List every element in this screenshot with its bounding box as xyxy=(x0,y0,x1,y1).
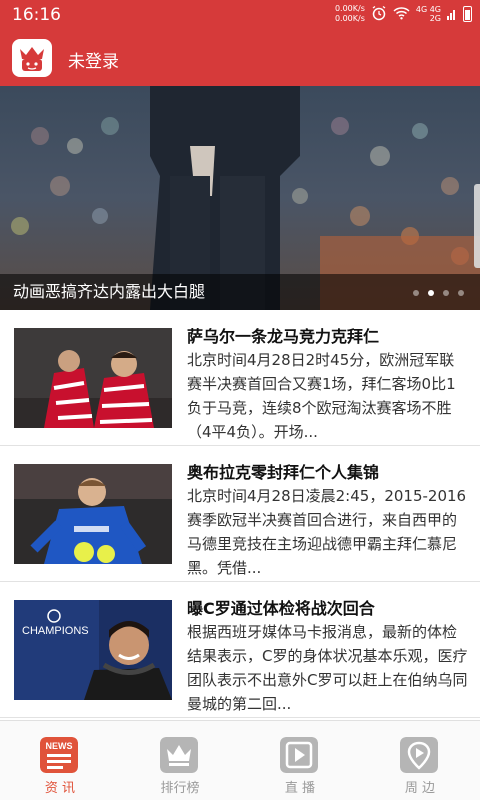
svg-text:NEWS: NEWS xyxy=(46,741,73,751)
network-type-2: 4G xyxy=(429,5,441,14)
news-title: 奥布拉克零封拜仁个人集锦 xyxy=(187,463,380,482)
news-summary: 根据西班牙媒体马卡报消息，最新的体检结果表示，C罗的身体状况基本乐观，医疗团队表… xyxy=(187,623,468,713)
news-list[interactable]: 萨乌尔一条龙马竞力克拜仁 北京时间4月28日2时45分，欧洲冠军联赛半决赛首回合… xyxy=(0,310,480,720)
banner-caption: 动画恶搞齐达内露出大白腿 xyxy=(13,282,206,301)
speed-up: 0.00K/s xyxy=(334,4,365,13)
news-title: 萨乌尔一条龙马竞力克拜仁 xyxy=(187,327,380,346)
status-icons: 0.00K/s 0.00K/s 4G 4G 2G xyxy=(335,4,472,24)
network-speed: 0.00K/s 0.00K/s xyxy=(335,4,365,24)
carousel-dot-active[interactable] xyxy=(428,290,434,296)
carousel-dot[interactable] xyxy=(413,290,419,296)
speed-down: 0.00K/s xyxy=(334,14,365,23)
signal-bars-icon xyxy=(447,6,457,23)
tab-label: 资 讯 xyxy=(44,781,76,796)
crown-icon xyxy=(160,737,198,773)
alarm-icon xyxy=(371,5,387,24)
tab-ranking[interactable]: 排行榜 xyxy=(120,721,240,800)
play-icon xyxy=(280,737,318,773)
tab-label: 周 边 xyxy=(404,781,436,796)
login-status[interactable]: 未登录 xyxy=(68,47,119,72)
tab-live[interactable]: 直 播 xyxy=(240,721,360,800)
scroll-indicator xyxy=(474,184,480,268)
news-thumbnail xyxy=(14,328,172,428)
wifi-icon xyxy=(393,6,410,23)
news-item[interactable]: 奥布拉克零封拜仁个人集锦 北京时间4月28日凌晨2:45，2015-2016赛季… xyxy=(0,446,480,582)
tab-news[interactable]: NEWS 资 讯 xyxy=(0,721,120,800)
network-type-3: 2G xyxy=(429,14,441,23)
network-type: 4G xyxy=(415,5,428,14)
news-title: 曝C罗通过体检将战次回合 xyxy=(187,599,375,618)
svg-text:CHAMPIONS: CHAMPIONS xyxy=(22,625,89,637)
carousel-dot[interactable] xyxy=(458,290,464,296)
status-bar: 16:16 0.00K/s 0.00K/s 4G 4G 2G xyxy=(0,0,480,30)
news-item[interactable]: CHAMPIONS 曝C罗通过体检将战次回合 根据西班牙媒体马卡报消息，最新的体… xyxy=(0,582,480,718)
tab-label: 排行榜 xyxy=(160,781,200,796)
news-thumbnail: CHAMPIONS xyxy=(14,600,172,700)
app-header: 未登录 xyxy=(0,30,480,86)
news-summary: 北京时间4月28日2时45分，欧洲冠军联赛半决赛首回合又赛1场，拜仁客场0比1负… xyxy=(187,351,456,441)
news-item[interactable]: 萨乌尔一条龙马竞力克拜仁 北京时间4月28日2时45分，欧洲冠军联赛半决赛首回合… xyxy=(0,310,480,446)
carousel-dot[interactable] xyxy=(443,290,449,296)
crown-face-icon[interactable] xyxy=(12,39,52,77)
carousel-indicator xyxy=(413,290,464,296)
battery-icon xyxy=(463,6,472,22)
signal-icon: 4G 4G 2G xyxy=(416,5,441,23)
tab-label: 直 播 xyxy=(284,781,316,796)
banner-carousel[interactable]: 动画恶搞齐达内露出大白腿 xyxy=(0,86,480,310)
location-icon xyxy=(400,737,438,773)
news-thumbnail xyxy=(14,464,172,564)
tab-nearby[interactable]: 周 边 xyxy=(360,721,480,800)
news-icon: NEWS xyxy=(40,737,78,773)
status-time: 16:16 xyxy=(12,5,61,25)
news-summary: 北京时间4月28日凌晨2:45，2015-2016赛季欧冠半决赛首回合进行，来自… xyxy=(187,487,467,577)
bottom-tab-bar: NEWS 资 讯 排行榜 直 播 周 边 xyxy=(0,720,480,800)
